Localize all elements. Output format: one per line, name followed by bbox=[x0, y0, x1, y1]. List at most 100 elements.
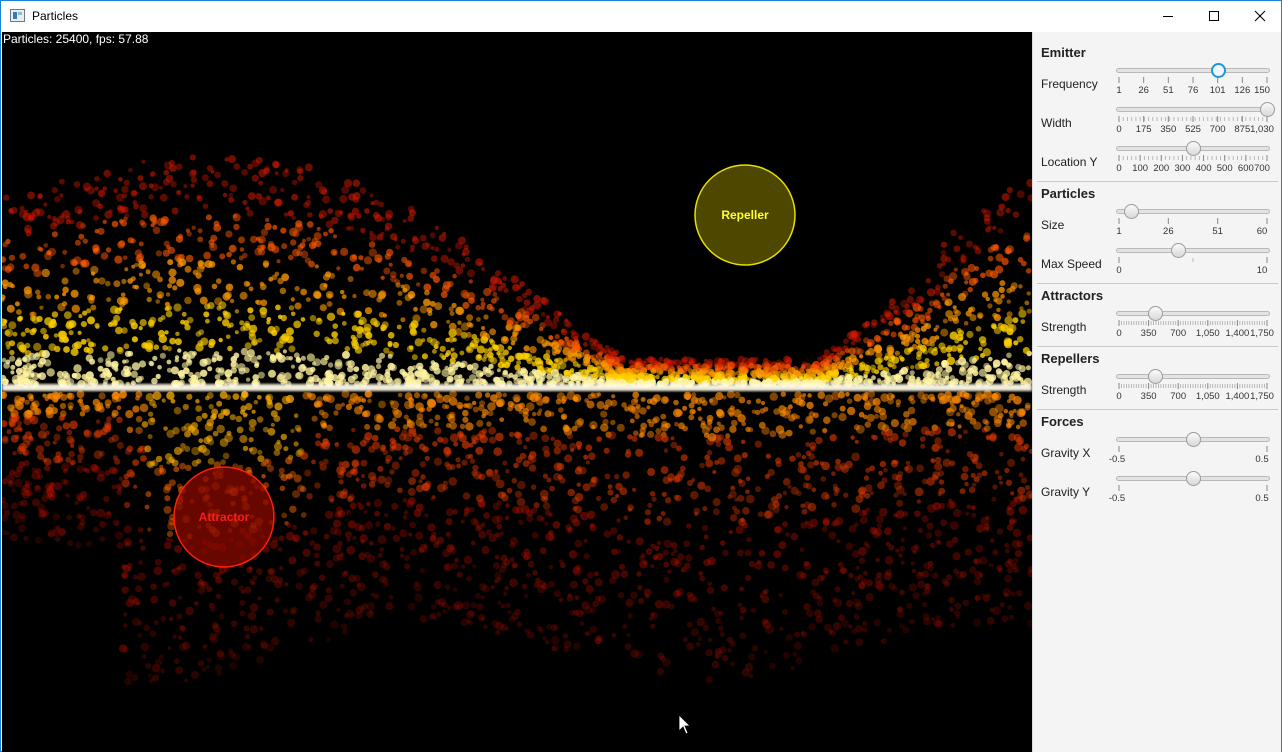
particle bbox=[560, 562, 566, 569]
particle bbox=[769, 430, 777, 438]
particle bbox=[476, 317, 481, 322]
particle bbox=[231, 578, 239, 586]
particle bbox=[810, 589, 816, 595]
particle bbox=[246, 566, 253, 574]
particle bbox=[653, 364, 659, 371]
particle bbox=[363, 256, 373, 265]
particle bbox=[108, 466, 117, 475]
particle bbox=[289, 505, 297, 513]
particle bbox=[471, 362, 479, 370]
particle bbox=[694, 511, 699, 517]
particle bbox=[149, 460, 156, 466]
particle bbox=[340, 402, 345, 407]
particle bbox=[97, 365, 104, 372]
particle bbox=[326, 637, 331, 642]
particle bbox=[43, 489, 49, 495]
particle bbox=[355, 611, 363, 620]
particle bbox=[94, 176, 100, 182]
particle bbox=[11, 488, 16, 493]
particle bbox=[851, 452, 860, 462]
particle bbox=[314, 615, 322, 623]
particle bbox=[118, 476, 123, 481]
particle bbox=[491, 298, 497, 304]
particle bbox=[338, 479, 344, 485]
particle bbox=[57, 376, 66, 385]
particle bbox=[796, 571, 805, 579]
particle bbox=[292, 524, 297, 530]
particle bbox=[412, 433, 418, 438]
particle bbox=[397, 392, 403, 398]
particle bbox=[93, 526, 100, 533]
particle bbox=[664, 497, 672, 504]
particle bbox=[11, 412, 16, 418]
particle bbox=[514, 364, 521, 371]
particle bbox=[427, 399, 437, 408]
particle bbox=[910, 323, 918, 331]
particle bbox=[424, 455, 430, 461]
particle bbox=[989, 434, 997, 442]
particle bbox=[28, 435, 33, 440]
particle bbox=[318, 210, 327, 219]
particle bbox=[735, 370, 741, 376]
particle bbox=[855, 638, 864, 647]
particle bbox=[705, 459, 714, 468]
particle-scene[interactable]: Repeller Attractor bbox=[2, 32, 1032, 752]
particle bbox=[932, 572, 939, 579]
particle bbox=[873, 344, 882, 353]
particle bbox=[3, 509, 11, 516]
particle bbox=[86, 505, 91, 511]
particle bbox=[443, 563, 450, 571]
particle bbox=[575, 564, 582, 571]
particle bbox=[953, 308, 959, 314]
particle bbox=[687, 479, 694, 487]
minimize-button[interactable] bbox=[1145, 1, 1191, 31]
particle bbox=[416, 362, 424, 370]
particle bbox=[458, 236, 466, 245]
particle bbox=[779, 626, 784, 631]
particle bbox=[280, 227, 287, 234]
particle bbox=[1020, 477, 1028, 484]
particle bbox=[371, 571, 379, 578]
particle bbox=[228, 155, 236, 164]
particle bbox=[222, 452, 230, 460]
particle-canvas[interactable]: Particles: 25400, fps: 57.88 Repeller At… bbox=[2, 32, 1032, 752]
particle bbox=[908, 287, 915, 295]
particle bbox=[1006, 352, 1012, 359]
particle bbox=[266, 608, 274, 616]
particle bbox=[10, 370, 15, 375]
maximize-button[interactable] bbox=[1191, 1, 1237, 31]
particle bbox=[611, 632, 617, 638]
particle bbox=[151, 377, 158, 385]
particle bbox=[874, 357, 882, 365]
particle bbox=[915, 338, 921, 345]
particle bbox=[377, 465, 384, 472]
particle bbox=[268, 567, 276, 576]
particle bbox=[947, 316, 954, 322]
particle bbox=[294, 223, 304, 232]
particle bbox=[515, 506, 524, 514]
particle bbox=[225, 394, 232, 401]
particle bbox=[62, 292, 66, 297]
particle bbox=[815, 436, 823, 445]
particle bbox=[965, 310, 972, 317]
title-bar[interactable]: Particles bbox=[1, 1, 1281, 31]
particle bbox=[965, 372, 973, 380]
particle bbox=[416, 282, 421, 287]
particle bbox=[145, 269, 151, 275]
particle bbox=[462, 601, 470, 610]
particle bbox=[604, 473, 611, 480]
particle bbox=[596, 495, 602, 502]
particle bbox=[949, 375, 955, 381]
particle bbox=[364, 390, 372, 398]
particle bbox=[248, 314, 256, 321]
particle bbox=[381, 321, 389, 329]
particle bbox=[509, 578, 518, 587]
particle bbox=[686, 642, 695, 651]
particle bbox=[319, 304, 327, 312]
particle bbox=[720, 584, 728, 592]
particle bbox=[29, 311, 35, 317]
particle bbox=[629, 418, 635, 424]
particle bbox=[917, 580, 925, 589]
close-button[interactable] bbox=[1237, 1, 1282, 31]
particle bbox=[449, 362, 457, 370]
